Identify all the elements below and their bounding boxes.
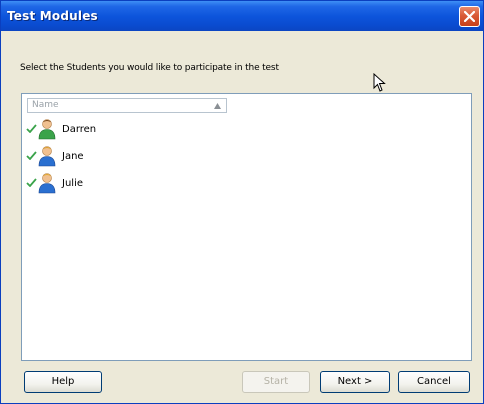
mouse-cursor-icon (373, 73, 386, 92)
student-row-julie[interactable]: Julie (26, 172, 226, 194)
close-icon (464, 11, 475, 22)
student-avatar-icon (38, 146, 56, 167)
student-name: Julie (62, 178, 83, 189)
test-modules-dialog: Test Modules Select the Students you wou… (0, 0, 484, 404)
window-title: Test Modules (7, 9, 98, 23)
sort-ascending-icon (214, 103, 221, 109)
student-row-jane[interactable]: Jane (26, 145, 226, 167)
next-button[interactable]: Next > (320, 371, 390, 393)
title-bar[interactable]: Test Modules (1, 1, 483, 31)
student-name: Darren (62, 124, 97, 135)
student-row-darren[interactable]: Darren (26, 118, 226, 140)
student-avatar-icon (38, 119, 56, 140)
cancel-button[interactable]: Cancel (398, 371, 470, 393)
student-name: Jane (62, 151, 84, 162)
help-button[interactable]: Help (24, 371, 102, 393)
start-button[interactable]: Start (242, 371, 310, 393)
student-avatar-icon (38, 173, 56, 194)
close-button[interactable] (459, 6, 480, 27)
student-list[interactable]: Name Darren Jane Julie (21, 93, 472, 361)
instruction-text: Select the Students you would like to pa… (20, 63, 279, 73)
name-column-label: Name (32, 100, 59, 110)
name-column-header[interactable]: Name (27, 98, 227, 113)
